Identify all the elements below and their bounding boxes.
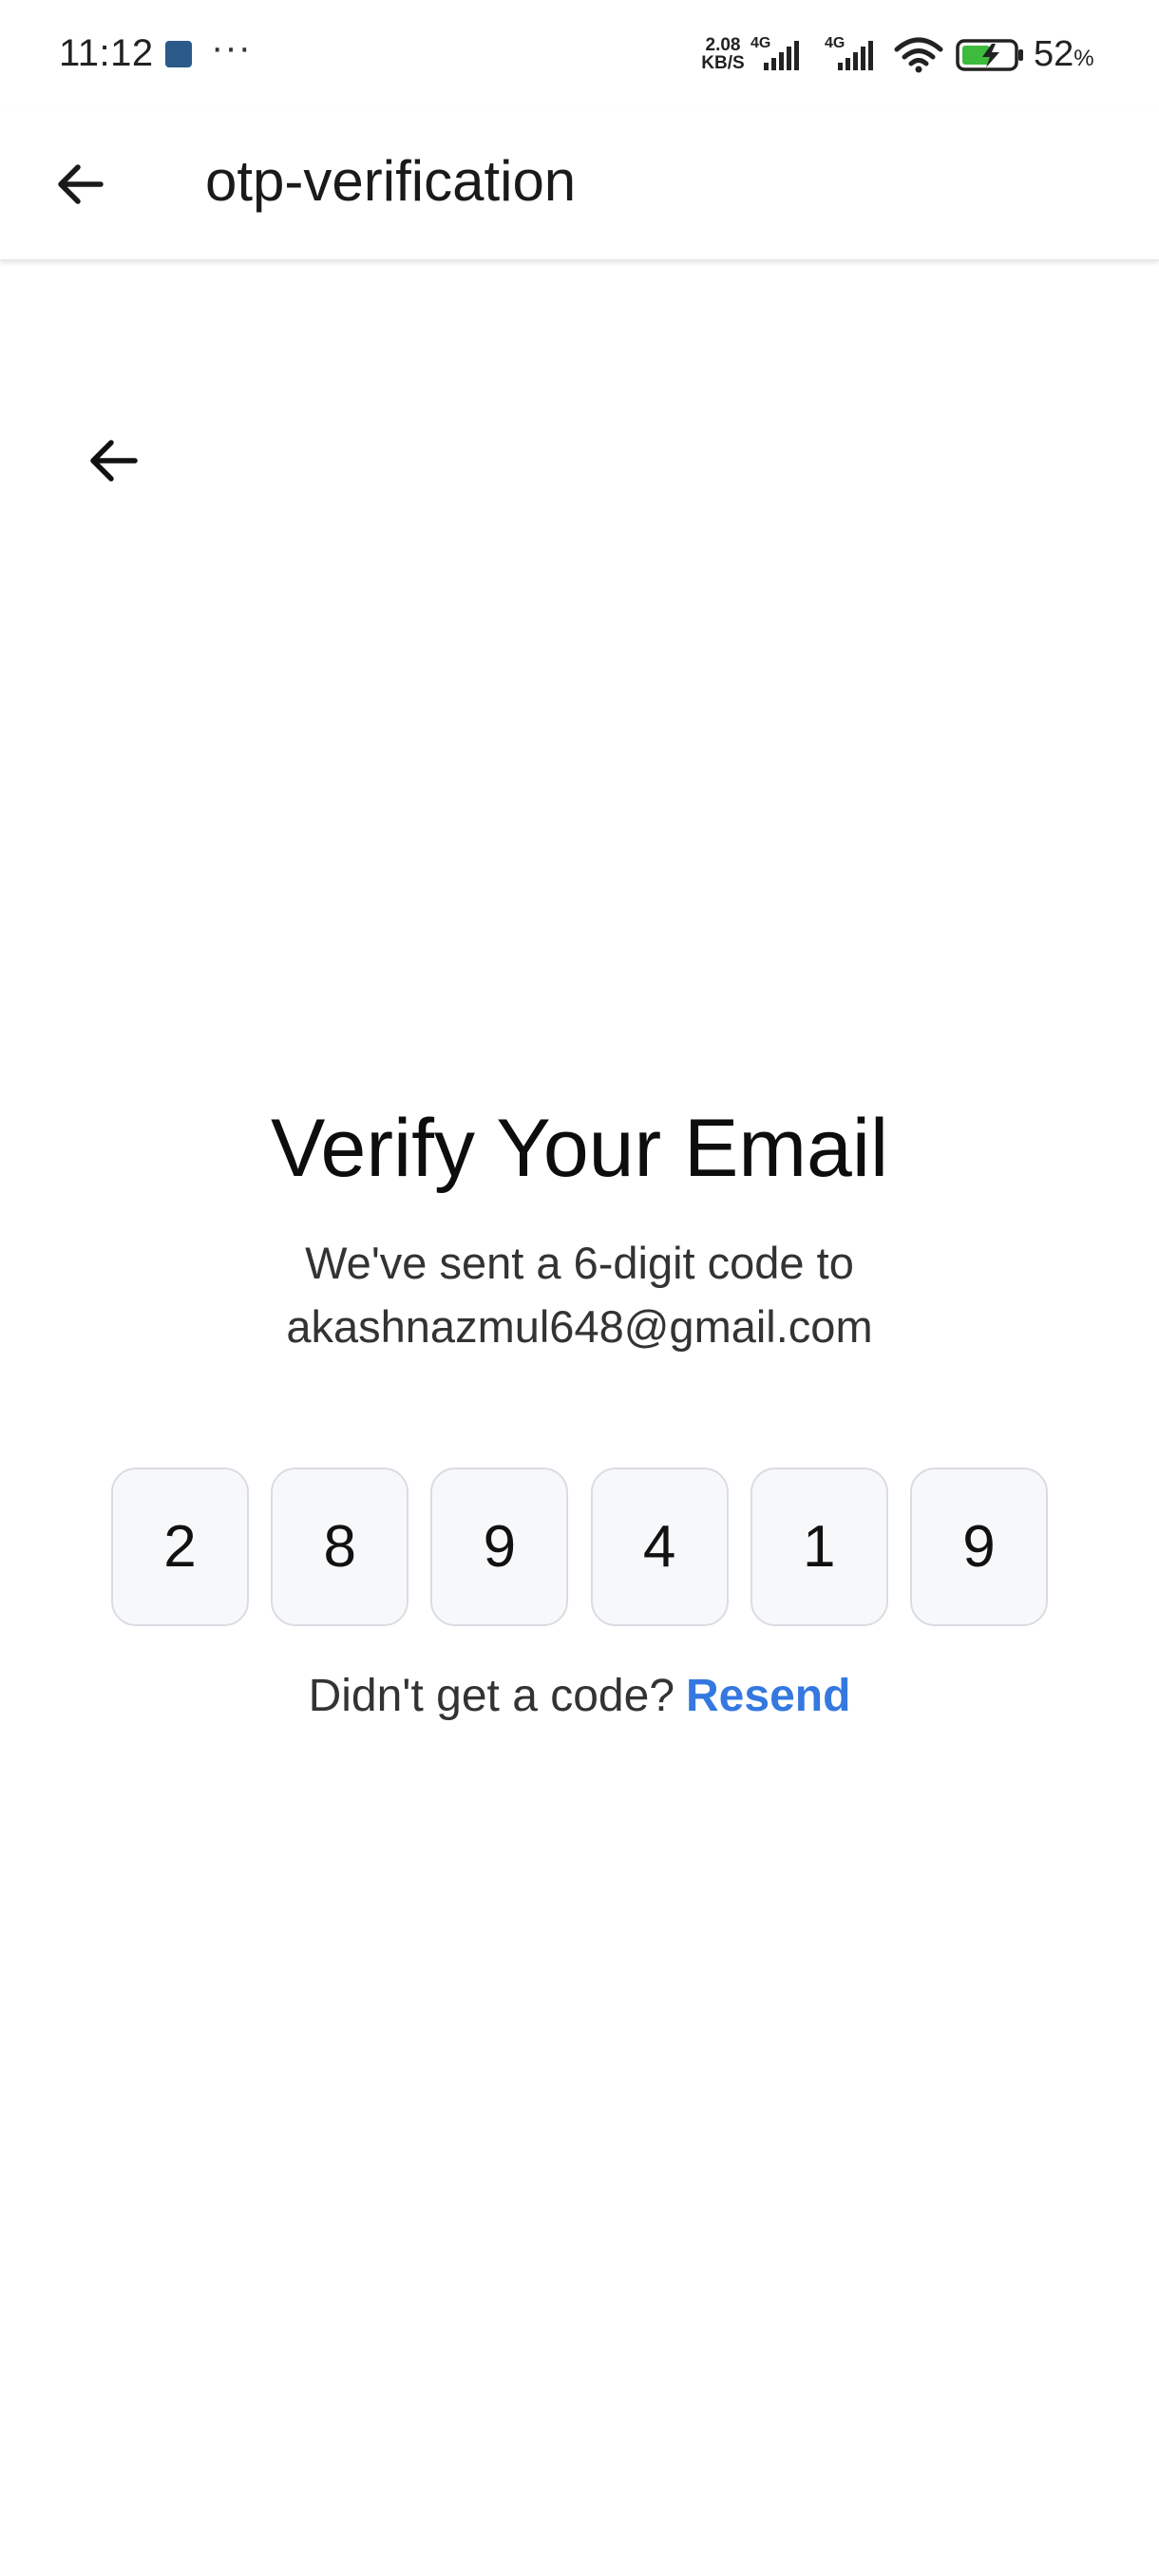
- wifi-icon: [894, 37, 943, 73]
- otp-digit-field[interactable]: 9: [909, 1468, 1048, 1626]
- arrow-left-icon[interactable]: [49, 154, 110, 215]
- subtitle-message: We've sent a 6-digit code to: [305, 1238, 854, 1288]
- otp-digit-field[interactable]: 8: [271, 1468, 409, 1626]
- signal-label: 4G: [825, 35, 845, 51]
- signal-label: 4G: [750, 35, 770, 51]
- page-subtitle: We've sent a 6-digit code to akashnazmul…: [0, 1231, 1159, 1358]
- battery-percent-value: 52: [1034, 34, 1074, 74]
- more-notifications-indicator: ···: [211, 27, 252, 68]
- otp-digit-field[interactable]: 1: [750, 1468, 888, 1626]
- resend-prompt: Didn't get a code?: [308, 1671, 675, 1721]
- signal-icon: 4G: [750, 35, 799, 70]
- app-notification-icon: [165, 41, 192, 67]
- network-speed: 2.08 KB/S: [697, 36, 749, 72]
- status-bar: 11:12 ··· 2.08 KB/S 4G 4G 52%: [0, 0, 1159, 110]
- subtitle-email: akashnazmul648@gmail.com: [286, 1301, 873, 1352]
- battery-charging-icon: [956, 39, 1023, 71]
- page-title: Verify Your Email: [270, 1103, 889, 1194]
- network-speed-unit: KB/S: [701, 53, 745, 73]
- signal-icon: 4G: [825, 35, 873, 70]
- resend-button[interactable]: Resend: [686, 1671, 850, 1721]
- arrow-left-icon[interactable]: [82, 429, 144, 492]
- status-time: 11:12: [59, 32, 154, 74]
- app-bar-title: otp-verification: [205, 149, 577, 213]
- otp-input-group: 2 8 9 4 1 9: [111, 1468, 1048, 1626]
- otp-digit-field[interactable]: 2: [111, 1468, 249, 1626]
- app-bar: otp-verification: [0, 110, 1159, 260]
- otp-digit-field[interactable]: 4: [590, 1468, 729, 1626]
- resend-row: Didn't get a code? Resend: [0, 1670, 1159, 1722]
- network-speed-value: 2.08: [705, 35, 741, 55]
- battery-percent: 52%: [1034, 34, 1094, 75]
- battery-percent-unit: %: [1074, 46, 1094, 71]
- otp-digit-field[interactable]: 9: [430, 1468, 569, 1626]
